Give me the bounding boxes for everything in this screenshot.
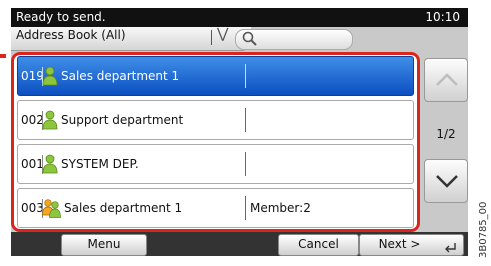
page-indicator: 1/2 <box>436 127 456 141</box>
chevron-down-icon <box>436 175 458 188</box>
list-item[interactable]: 019 Sales department 1 <box>17 56 414 96</box>
bottom-toolbar: Menu Cancel Next > <box>11 232 468 256</box>
destination-number: 001 <box>21 157 44 171</box>
address-book-label: Address Book (All) <box>16 28 126 42</box>
menu-button[interactable]: Menu <box>61 234 147 256</box>
single-user-icon <box>42 154 58 174</box>
column-divider <box>245 64 246 88</box>
single-user-icon <box>42 66 58 86</box>
single-user-icon <box>42 110 58 130</box>
enter-icon <box>445 243 456 253</box>
group-users-icon <box>42 199 61 218</box>
destination-name: Sales department 1 <box>61 69 180 83</box>
panel-screen: Ready to send. 10:10 Address Book (All) … <box>11 8 468 256</box>
list-item[interactable]: 002 Support department <box>17 100 414 140</box>
destination-name: Support department <box>61 113 184 127</box>
list-item[interactable]: 003 Sales department 1 Member:2 <box>17 188 414 228</box>
next-button[interactable]: Next > <box>359 234 464 256</box>
destination-number: 003 <box>21 201 44 215</box>
list-item[interactable]: 001 SYSTEM DEP. <box>17 144 414 184</box>
search-icon <box>242 31 257 46</box>
highlight-marker <box>0 54 6 58</box>
search-button[interactable] <box>235 29 353 50</box>
status-bar: Ready to send. 10:10 <box>11 8 468 27</box>
document-id: 3B0785_00 <box>478 201 489 258</box>
column-divider <box>245 108 246 132</box>
destination-name: SYSTEM DEP. <box>61 157 139 171</box>
dropdown-divider <box>211 30 212 45</box>
chevron-up-icon <box>436 73 458 86</box>
member-count: Member:2 <box>250 201 311 215</box>
next-button-label: Next > <box>378 237 421 251</box>
column-divider <box>245 152 246 176</box>
column-divider <box>245 196 246 220</box>
destination-number: 019 <box>21 69 44 83</box>
scroll-up-button[interactable] <box>424 58 468 102</box>
scroll-down-button[interactable] <box>424 159 468 203</box>
address-book-dropdown[interactable]: Address Book (All) ⋁ <box>11 26 251 51</box>
clock: 10:10 <box>425 10 460 24</box>
destination-name: Sales department 1 <box>64 201 183 215</box>
chevron-down-icon: ⋁ <box>217 26 229 42</box>
status-message: Ready to send. <box>16 10 106 24</box>
destination-number: 002 <box>21 113 44 127</box>
cancel-button[interactable]: Cancel <box>278 234 359 256</box>
destination-list: 019 Sales department 1 002 Support depar… <box>11 52 420 232</box>
